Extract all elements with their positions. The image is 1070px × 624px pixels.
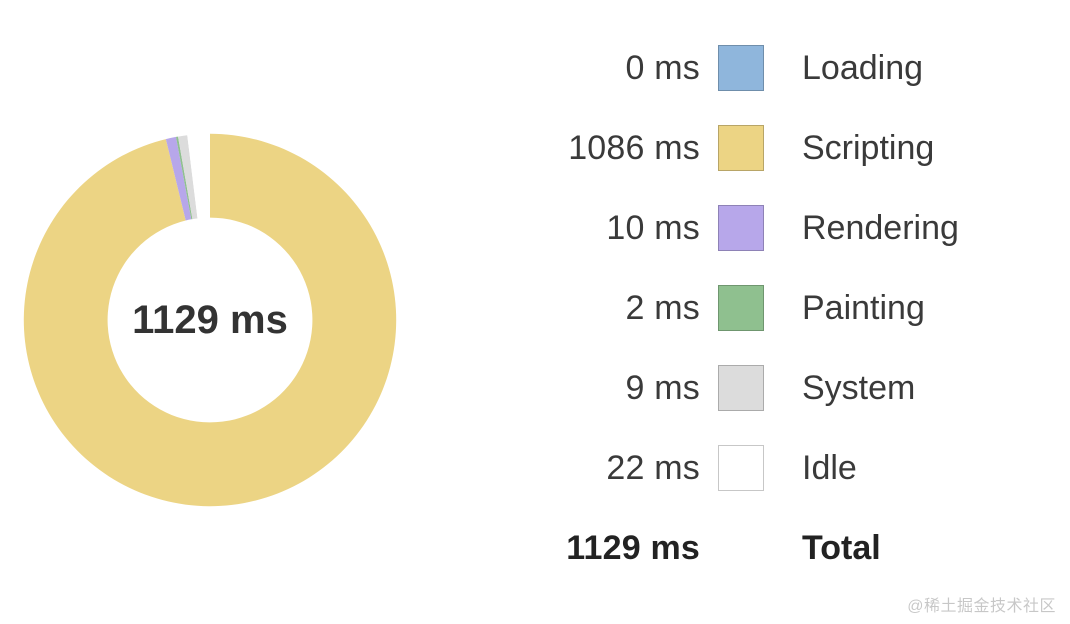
legend-row-painting: 2 ms Painting — [480, 268, 1030, 348]
legend-value: 9 ms — [480, 369, 718, 408]
legend-row-scripting: 1086 ms Scripting — [480, 108, 1030, 188]
legend-value: 2 ms — [480, 289, 718, 328]
donut-chart: 1129 ms — [20, 130, 400, 510]
legend-total-label: Total — [802, 529, 1030, 568]
legend-row-idle: 22 ms Idle — [480, 428, 1030, 508]
performance-summary: 1129 ms 0 ms Loading 1086 ms Scripting 1… — [0, 0, 1070, 624]
legend-value: 0 ms — [480, 49, 718, 88]
donut-svg — [20, 130, 400, 510]
legend-swatch-painting — [718, 285, 764, 331]
legend-swatch-idle — [718, 445, 764, 491]
legend-label: Loading — [802, 49, 1030, 88]
legend-total-value: 1129 ms — [480, 529, 718, 568]
legend-label: Idle — [802, 449, 1030, 488]
legend-label: System — [802, 369, 1030, 408]
legend-swatch-loading — [718, 45, 764, 91]
legend-swatch-scripting — [718, 125, 764, 171]
legend-row-system: 9 ms System — [480, 348, 1030, 428]
legend-swatch-system — [718, 365, 764, 411]
legend-value: 10 ms — [480, 209, 718, 248]
legend-total-spacer — [718, 525, 764, 571]
legend-label: Rendering — [802, 209, 1030, 248]
legend-swatch-rendering — [718, 205, 764, 251]
legend-value: 22 ms — [480, 449, 718, 488]
legend: 0 ms Loading 1086 ms Scripting 10 ms Ren… — [430, 0, 1070, 588]
legend-label: Scripting — [802, 129, 1030, 168]
donut-chart-area: 1129 ms — [0, 0, 430, 624]
legend-row-total: 1129 ms Total — [480, 508, 1030, 588]
legend-label: Painting — [802, 289, 1030, 328]
legend-row-rendering: 10 ms Rendering — [480, 188, 1030, 268]
legend-value: 1086 ms — [480, 129, 718, 168]
legend-row-loading: 0 ms Loading — [480, 28, 1030, 108]
